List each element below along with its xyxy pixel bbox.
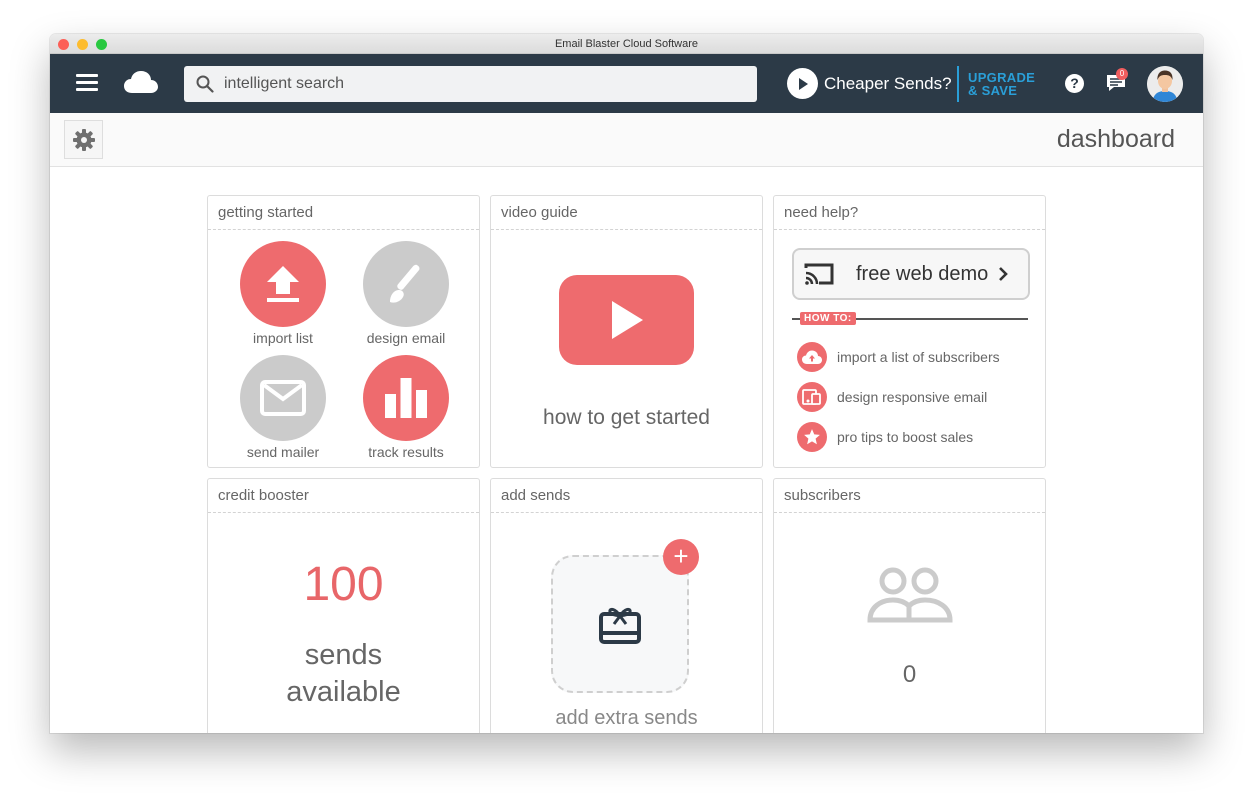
hamburger-menu-icon[interactable] xyxy=(76,74,98,92)
users-icon xyxy=(867,567,953,628)
free-web-demo-button[interactable]: free web demo xyxy=(792,248,1030,300)
upgrade-save-link[interactable]: UPGRADE & SAVE xyxy=(968,71,1035,97)
window-controls xyxy=(58,39,107,50)
credit-booster-card: credit booster 100 sends available xyxy=(207,478,480,733)
demo-label: free web demo xyxy=(856,262,989,285)
search-bar[interactable] xyxy=(184,66,757,102)
search-input[interactable] xyxy=(224,75,724,93)
chevron-right-icon xyxy=(999,267,1009,281)
need-help-card: need help? free web demo HOW TO: import … xyxy=(773,195,1046,468)
brush-icon xyxy=(363,241,449,327)
user-avatar[interactable] xyxy=(1147,66,1183,102)
card-title: add sends xyxy=(491,479,762,513)
item-label: track results xyxy=(368,444,444,460)
video-guide-card: video guide how to get started xyxy=(490,195,763,468)
cloud-upload-icon xyxy=(797,342,827,372)
page-title: dashboard xyxy=(1056,125,1175,153)
add-plus-button[interactable]: + xyxy=(663,539,699,575)
cloud-logo-icon[interactable] xyxy=(124,70,158,99)
card-title: getting started xyxy=(208,196,479,230)
import-list-button[interactable]: import list xyxy=(233,241,333,346)
help-link-label: design responsive email xyxy=(837,389,988,405)
maximize-window-button[interactable] xyxy=(96,39,107,50)
card-title: need help? xyxy=(774,196,1045,230)
add-extra-sends-button[interactable] xyxy=(551,555,689,693)
track-results-button[interactable]: track results xyxy=(356,355,456,460)
upgrade-line-2: & SAVE xyxy=(968,83,1018,98)
upload-icon xyxy=(240,241,326,327)
nav-divider xyxy=(957,66,959,102)
help-icon[interactable]: ? xyxy=(1065,74,1084,93)
subscriber-count: 0 xyxy=(902,661,917,688)
play-icon xyxy=(611,301,643,339)
star-icon xyxy=(797,422,827,452)
design-email-button[interactable]: design email xyxy=(356,241,456,346)
sub-header: dashboard xyxy=(50,113,1203,167)
video-caption[interactable]: how to get started xyxy=(491,406,762,430)
title-bar: Email Blaster Cloud Software xyxy=(50,34,1203,54)
item-label: design email xyxy=(366,330,446,346)
add-extra-sends-label[interactable]: add extra sends xyxy=(491,707,762,730)
cheaper-sends-label: Cheaper Sends? xyxy=(824,73,952,93)
play-icon xyxy=(787,68,818,99)
subscribers-card: subscribers 0 xyxy=(773,478,1046,733)
app-window: Email Blaster Cloud Software Cheaper Sen… xyxy=(50,34,1203,733)
window-title: Email Blaster Cloud Software xyxy=(554,37,699,50)
message-count-badge: 0 xyxy=(1116,68,1128,80)
close-window-button[interactable] xyxy=(58,39,69,50)
howto-tag: HOW TO: xyxy=(800,312,856,325)
card-title: video guide xyxy=(491,196,762,230)
add-sends-card: add sends + add extra sends xyxy=(490,478,763,733)
cast-icon xyxy=(804,263,834,285)
top-navigation: Cheaper Sends? UPGRADE & SAVE ? 0 xyxy=(50,54,1203,113)
card-title: subscribers xyxy=(774,479,1045,513)
item-label: send mailer xyxy=(246,444,320,460)
sends-available-count: 100 xyxy=(303,558,384,611)
label-line-1: sends xyxy=(304,639,383,671)
help-link-import-subscribers[interactable]: import a list of subscribers xyxy=(797,342,1000,372)
cheaper-sends-button[interactable]: Cheaper Sends? xyxy=(787,68,952,99)
sends-available-label: sends available xyxy=(208,637,479,711)
devices-icon xyxy=(797,382,827,412)
help-link-pro-tips[interactable]: pro tips to boost sales xyxy=(797,422,973,452)
dashboard-grid: getting started import list design email xyxy=(207,195,1046,733)
help-link-label: import a list of subscribers xyxy=(837,349,1000,365)
envelope-icon xyxy=(240,355,326,441)
help-link-label: pro tips to boost sales xyxy=(837,429,974,445)
card-title: credit booster xyxy=(208,479,479,513)
bar-chart-icon xyxy=(363,355,449,441)
messages-button[interactable]: 0 xyxy=(1106,68,1128,98)
gift-card-icon xyxy=(599,607,641,644)
gear-icon xyxy=(72,128,95,151)
help-link-responsive-email[interactable]: design responsive email xyxy=(797,382,987,412)
getting-started-card: getting started import list design email xyxy=(207,195,480,468)
label-line-2: available xyxy=(286,676,401,708)
video-play-button[interactable] xyxy=(559,275,694,365)
search-icon xyxy=(196,75,214,93)
minimize-window-button[interactable] xyxy=(77,39,88,50)
item-label: import list xyxy=(253,330,313,346)
send-mailer-button[interactable]: send mailer xyxy=(233,355,333,460)
settings-button[interactable] xyxy=(64,120,103,159)
howto-divider: HOW TO: xyxy=(792,312,1028,326)
